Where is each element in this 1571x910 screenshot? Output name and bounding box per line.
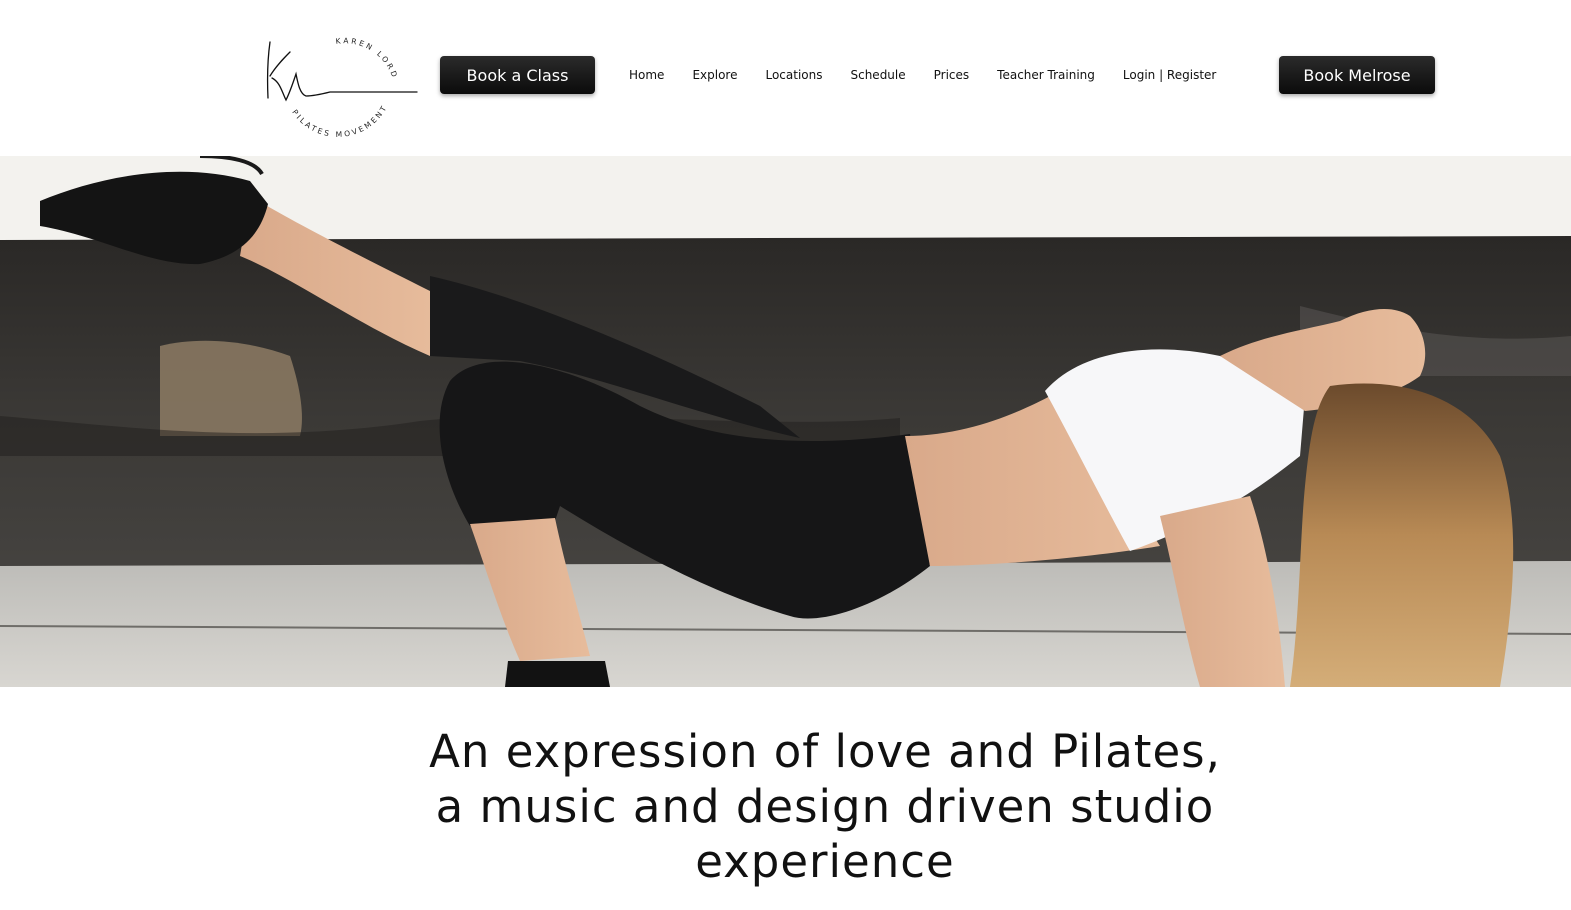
site-header: KAREN LORD PILATES MOVEMENT Book a Class… [0, 0, 1571, 156]
main-navigation: Home Explore Locations Schedule Prices T… [615, 56, 1230, 94]
book-melrose-button[interactable]: Book Melrose [1279, 56, 1435, 94]
logo-ring-top-text: KAREN LORD [335, 36, 397, 80]
nav-teacher-training[interactable]: Teacher Training [983, 68, 1109, 82]
headline-line-2: a music and design driven studio [435, 780, 1215, 833]
nav-home[interactable]: Home [615, 68, 678, 82]
hero-headline: An expression of love and Pilates, a mus… [335, 724, 1315, 889]
svg-text:PILATES MOVEMENT: PILATES MOVEMENT [290, 103, 389, 139]
nav-schedule[interactable]: Schedule [836, 68, 919, 82]
nav-locations[interactable]: Locations [751, 68, 836, 82]
headline-line-1: An expression of love and Pilates, [429, 725, 1221, 778]
logo-mark: KAREN LORD PILATES MOVEMENT [266, 36, 418, 139]
headline-line-3: experience [695, 835, 955, 888]
hero-photo-illustration [0, 156, 1571, 687]
nav-login-register[interactable]: Login | Register [1109, 68, 1230, 82]
logo-ring-bottom-text: PILATES MOVEMENT [290, 103, 387, 139]
karen-lord-pilates-logo[interactable]: KAREN LORD PILATES MOVEMENT [262, 26, 420, 140]
book-a-class-button[interactable]: Book a Class [440, 56, 595, 94]
svg-text:KAREN LORD: KAREN LORD [335, 36, 400, 80]
hero-image [0, 156, 1571, 687]
nav-explore[interactable]: Explore [678, 68, 751, 82]
nav-prices[interactable]: Prices [920, 68, 984, 82]
